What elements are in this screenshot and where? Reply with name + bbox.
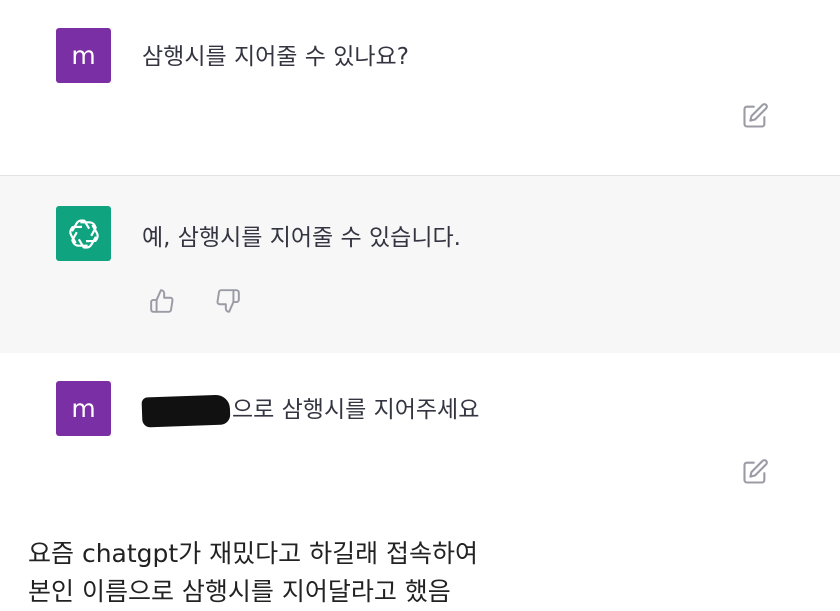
user-avatar: m (56, 381, 111, 436)
thumbs-up-icon[interactable] (147, 286, 177, 316)
edit-icon[interactable] (740, 457, 770, 487)
thumbs-down-icon[interactable] (213, 286, 243, 316)
user-message-text: 삼행시를 지어줄 수 있나요? (142, 44, 409, 70)
user-message-text: 으로 삼행시를 지어주세요 (141, 390, 480, 428)
caption-line-2: 본인 이름으로 삼행시를 지어달라고 했음 (28, 577, 451, 606)
message-user-2: m 으로 삼행시를 지어주세요 (0, 353, 840, 528)
message-assistant: 예, 삼행시를 지어줄 수 있습니다. (0, 175, 840, 354)
user-avatar-letter: m (71, 394, 96, 423)
openai-logo-icon (68, 218, 99, 249)
message-user-1: m 삼행시를 지어줄 수 있나요? (0, 0, 840, 175)
assistant-avatar (56, 206, 111, 261)
redacted-name-marker (141, 393, 231, 428)
caption-line-1: 요즘 chatgpt가 재밌다고 하길래 접속하여 (28, 539, 479, 568)
user-avatar: m (56, 28, 111, 83)
edit-icon[interactable] (740, 101, 770, 131)
user-avatar-letter: m (71, 41, 96, 70)
assistant-message-text: 예, 삼행시를 지어줄 수 있습니다. (142, 225, 461, 251)
user-message-text-suffix: 으로 삼행시를 지어주세요 (232, 397, 480, 423)
